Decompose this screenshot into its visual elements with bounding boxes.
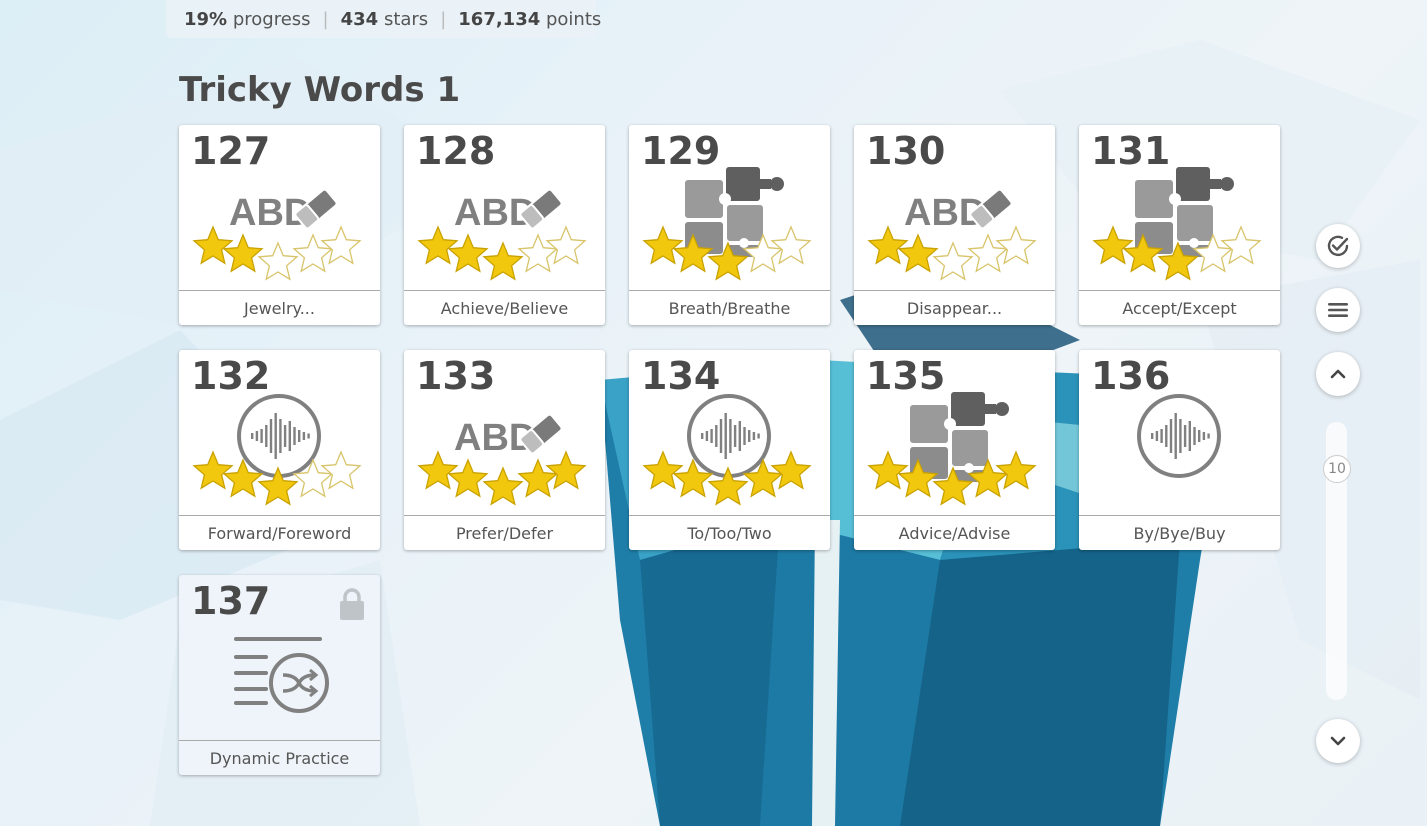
star-filled-icon bbox=[482, 241, 524, 281]
lesson-number: 132 bbox=[191, 354, 271, 398]
scroll-up-button[interactable] bbox=[1316, 352, 1360, 396]
star-empty-icon bbox=[320, 450, 362, 490]
star-filled-icon bbox=[1092, 225, 1134, 265]
star-filled-icon bbox=[642, 225, 684, 265]
star-rating bbox=[417, 225, 587, 281]
lesson-number: 133 bbox=[416, 354, 496, 398]
star-rating bbox=[1092, 225, 1262, 281]
lesson-label: To/Too/Two bbox=[629, 515, 830, 550]
lesson-card[interactable]: ABD 128 Achieve/Believe bbox=[404, 125, 605, 325]
lesson-number: 134 bbox=[641, 354, 721, 398]
star-filled-icon bbox=[932, 466, 974, 506]
lesson-card[interactable]: 135 Advice/Advise bbox=[854, 350, 1055, 550]
lesson-number: 131 bbox=[1091, 129, 1171, 173]
stars-label: stars bbox=[383, 8, 429, 30]
star-filled-icon bbox=[545, 450, 587, 490]
lesson-card[interactable]: 132 Forward/Foreword bbox=[179, 350, 380, 550]
progress-value: 19% bbox=[184, 8, 228, 30]
lesson-number: 130 bbox=[866, 129, 946, 173]
lesson-card[interactable]: 131 Accept/Except bbox=[1079, 125, 1280, 325]
star-filled-icon bbox=[707, 241, 749, 281]
lesson-label: Jewelry... bbox=[179, 290, 380, 325]
section-title: Tricky Words 1 bbox=[179, 70, 461, 110]
star-empty-icon bbox=[770, 225, 812, 265]
lesson-label: Forward/Foreword bbox=[179, 515, 380, 550]
hamburger-icon bbox=[1328, 303, 1348, 317]
lesson-label: By/Bye/Buy bbox=[1079, 515, 1280, 550]
lesson-label: Disappear... bbox=[854, 290, 1055, 325]
lesson-card[interactable]: 137 Dynamic Practice bbox=[179, 575, 380, 775]
divider: | bbox=[440, 8, 447, 30]
lesson-label: Advice/Advise bbox=[854, 515, 1055, 550]
star-empty-icon bbox=[320, 225, 362, 265]
star-empty-icon bbox=[932, 241, 974, 281]
lesson-label: Accept/Except bbox=[1079, 290, 1280, 325]
lesson-card[interactable]: ABD 133 Prefer/Defer bbox=[404, 350, 605, 550]
lesson-number: 127 bbox=[191, 129, 271, 173]
star-filled-icon bbox=[417, 450, 459, 490]
lesson-card[interactable]: 136 By/Bye/Buy bbox=[1079, 350, 1280, 550]
lesson-label: Prefer/Defer bbox=[404, 515, 605, 550]
star-filled-icon bbox=[192, 225, 234, 265]
star-rating bbox=[642, 450, 812, 506]
divider: | bbox=[322, 8, 329, 30]
check-circle-icon bbox=[1327, 235, 1349, 257]
lesson-number: 135 bbox=[866, 354, 946, 398]
star-filled-icon bbox=[867, 450, 909, 490]
star-rating bbox=[417, 450, 587, 506]
star-filled-icon bbox=[707, 466, 749, 506]
lesson-label: Dynamic Practice bbox=[179, 740, 380, 775]
completed-filter-button[interactable] bbox=[1316, 224, 1360, 268]
star-filled-icon bbox=[417, 225, 459, 265]
scroll-down-button[interactable] bbox=[1316, 719, 1360, 763]
star-filled-icon bbox=[1157, 241, 1199, 281]
star-filled-icon bbox=[192, 450, 234, 490]
star-filled-icon bbox=[642, 450, 684, 490]
star-filled-icon bbox=[770, 450, 812, 490]
star-empty-icon bbox=[995, 225, 1037, 265]
star-filled-icon bbox=[257, 466, 299, 506]
progress-label: progress bbox=[232, 8, 311, 30]
lesson-number: 136 bbox=[1091, 354, 1171, 398]
lesson-label: Achieve/Believe bbox=[404, 290, 605, 325]
stars-value: 434 bbox=[340, 8, 379, 30]
star-rating bbox=[867, 225, 1037, 281]
scroll-thumb[interactable]: 10 bbox=[1323, 455, 1351, 483]
points-label: points bbox=[545, 8, 602, 30]
lesson-card[interactable]: 134 To/Too/Two bbox=[629, 350, 830, 550]
lesson-card[interactable]: 129 Breath/Breathe bbox=[629, 125, 830, 325]
lesson-card[interactable]: ABD 130 Disappear... bbox=[854, 125, 1055, 325]
chevron-up-icon bbox=[1330, 369, 1346, 379]
star-empty-icon bbox=[545, 225, 587, 265]
star-empty-icon bbox=[257, 241, 299, 281]
star-rating bbox=[867, 450, 1037, 506]
lesson-card[interactable]: ABD 127 Jewelry... bbox=[179, 125, 380, 325]
star-filled-icon bbox=[995, 450, 1037, 490]
stats-bar: 19% progress | 434 stars | 167,134 point… bbox=[166, 0, 601, 38]
lesson-label: Breath/Breathe bbox=[629, 290, 830, 325]
lesson-number: 137 bbox=[191, 579, 271, 623]
lock-icon bbox=[338, 587, 366, 625]
lesson-number: 128 bbox=[416, 129, 496, 173]
star-filled-icon bbox=[867, 225, 909, 265]
star-empty-icon bbox=[1220, 225, 1262, 265]
lesson-number: 129 bbox=[641, 129, 721, 173]
points-value: 167,134 bbox=[458, 8, 541, 30]
star-filled-icon bbox=[482, 466, 524, 506]
star-rating bbox=[192, 225, 362, 281]
star-rating bbox=[642, 225, 812, 281]
star-rating bbox=[192, 450, 362, 506]
chevron-down-icon bbox=[1330, 736, 1346, 746]
menu-button[interactable] bbox=[1316, 288, 1360, 332]
